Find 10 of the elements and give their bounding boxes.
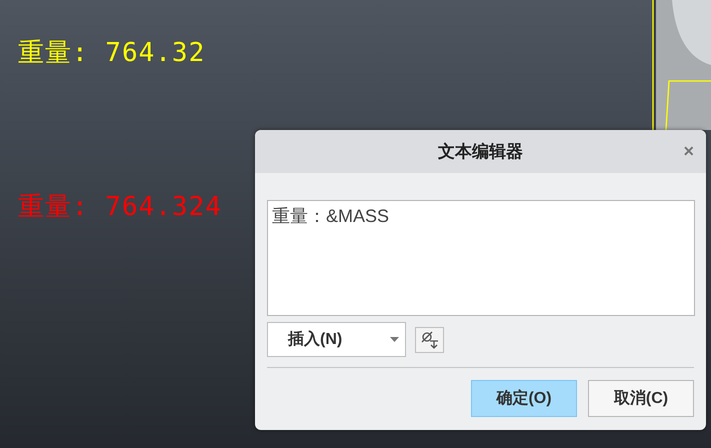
diameter-symbol-icon xyxy=(420,330,440,348)
annotation-text: 重量: 764.324 xyxy=(18,191,222,224)
insert-dropdown[interactable]: 插入(N) xyxy=(267,322,406,357)
symbol-button[interactable] xyxy=(415,326,444,352)
annotation-text: 重量: 764.32 xyxy=(18,37,206,70)
text-editor-field[interactable]: 重量：&MASS xyxy=(267,200,695,316)
cancel-button[interactable]: 取消(C) xyxy=(588,380,694,417)
ok-button[interactable]: 确定(O) xyxy=(471,380,577,417)
caret-icon xyxy=(390,337,399,342)
dialog-title: 文本编辑器 xyxy=(438,140,523,163)
